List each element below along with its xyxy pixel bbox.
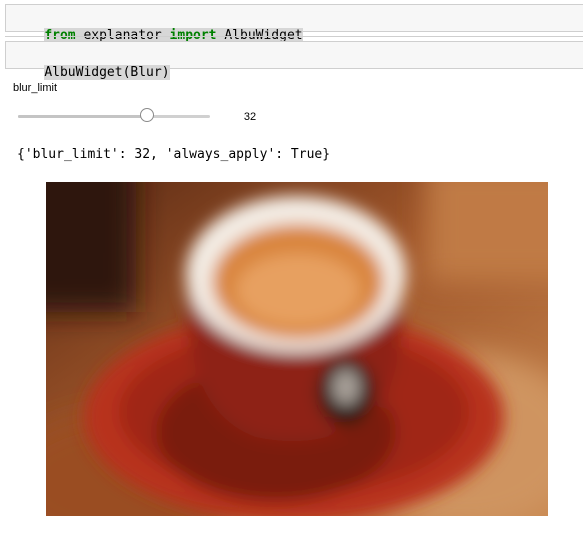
code-selection: AlbuWidget(Blur) xyxy=(44,65,170,80)
slider-readout: 32 xyxy=(243,111,257,123)
blur-limit-slider[interactable] xyxy=(18,106,210,126)
code-cell-import[interactable]: from explanator import AlbuWidget xyxy=(5,4,583,43)
blurred-cup-image xyxy=(46,182,548,516)
slider-fill xyxy=(18,115,148,118)
slider-handle[interactable] xyxy=(140,108,155,122)
code-cell-widget-call[interactable]: AlbuWidget(Blur) xyxy=(5,41,583,80)
params-output: {'blur_limit': 32, 'always_apply': True} xyxy=(17,147,331,162)
cell-divider xyxy=(5,36,583,37)
output-image xyxy=(46,182,548,516)
slider-label: blur_limit xyxy=(13,82,58,94)
